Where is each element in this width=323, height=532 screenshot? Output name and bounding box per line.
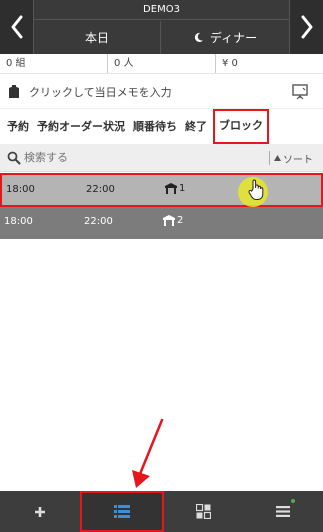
stats-bar: 0 組 0 人 ¥ 0 — [0, 54, 323, 74]
people-count: 0 人 — [107, 54, 215, 73]
amount-total: ¥ 0 — [215, 54, 323, 73]
start-time: 18:00 — [4, 216, 33, 227]
prev-day-button[interactable] — [0, 0, 34, 54]
bottom-nav — [0, 491, 323, 532]
menu-icon — [276, 506, 291, 517]
table-number: 2 — [177, 215, 184, 226]
table-label: 1 — [164, 183, 185, 194]
chevron-left-icon — [11, 15, 22, 39]
sort-up-icon — [274, 155, 281, 161]
date-button[interactable]: 本日 — [34, 21, 161, 54]
tab-reservation[interactable]: 予約 — [3, 110, 33, 143]
start-time: 18:00 — [6, 184, 35, 195]
sort-label: ソート — [283, 154, 313, 166]
whiteboard-icon[interactable] — [291, 83, 309, 101]
list-icon — [113, 505, 130, 518]
click-cursor — [238, 177, 268, 207]
search-input[interactable] — [24, 151, 224, 164]
table-row[interactable]: 18:00 22:00 1 — [0, 173, 323, 207]
table-icon — [163, 215, 175, 226]
memo-placeholder: クリックして当日メモを入力 — [29, 85, 172, 99]
daily-memo[interactable]: クリックして当日メモを入力 — [0, 75, 323, 109]
tab-finished[interactable]: 終了 — [181, 110, 211, 143]
session-label: ディナー — [209, 31, 258, 45]
end-time: 22:00 — [84, 216, 113, 227]
table-label: 2 — [162, 215, 183, 226]
table-number: 1 — [179, 183, 186, 194]
end-time: 22:00 — [86, 184, 115, 195]
groups-count: 0 組 — [6, 58, 26, 69]
chevron-right-icon — [301, 15, 312, 39]
search-bar: ソート — [0, 144, 323, 172]
memo-icon — [9, 84, 19, 98]
notification-dot — [291, 499, 295, 503]
plus-icon — [34, 506, 45, 517]
layout-view-button[interactable] — [164, 491, 244, 532]
annotation-arrow — [132, 418, 164, 488]
sort-button[interactable]: ソート — [269, 151, 313, 166]
menu-button[interactable] — [243, 491, 323, 532]
search-icon — [7, 151, 21, 164]
session-button[interactable]: ディナー — [161, 21, 289, 54]
tab-block[interactable]: ブロック — [213, 109, 269, 144]
next-day-button[interactable] — [289, 0, 323, 54]
block-list: 18:00 22:00 1 18:00 22:00 2 — [0, 173, 323, 239]
moon-icon — [194, 32, 203, 43]
list-view-button[interactable] — [79, 491, 164, 532]
hand-pointer-icon — [248, 179, 264, 200]
top-bar: DEMO3 本日 ディナー — [0, 0, 323, 54]
table-icon — [165, 183, 177, 194]
store-name: DEMO3 — [34, 0, 289, 20]
tab-order-status[interactable]: 予約オーダー状況 — [33, 110, 129, 143]
tab-waiting[interactable]: 順番待ち — [129, 110, 181, 143]
grid-icon — [195, 504, 211, 519]
add-button[interactable] — [0, 491, 80, 532]
status-tabs: 予約 予約オーダー状況 順番待ち 終了 ブロック — [0, 109, 323, 144]
table-row[interactable]: 18:00 22:00 2 — [0, 207, 323, 239]
